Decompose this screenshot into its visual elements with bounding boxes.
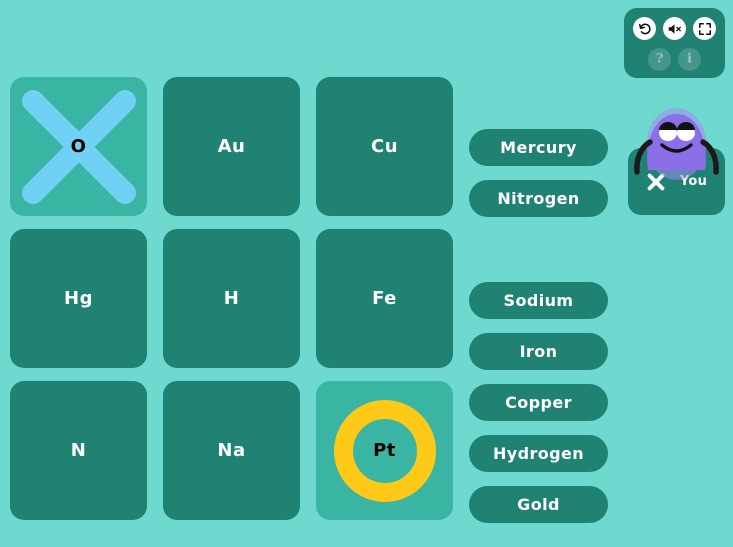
sound-toggle-button[interactable] — [663, 17, 686, 40]
grid-tile-cu[interactable]: Cu — [316, 77, 453, 216]
restart-icon — [638, 22, 652, 36]
grid-tile-au[interactable]: Au — [163, 77, 300, 216]
answer-pill-hydrogen[interactable]: Hydrogen — [469, 435, 608, 472]
grid-tile-label: H — [223, 288, 240, 309]
player-card-row: You — [628, 148, 725, 215]
grid-tile-label: Fe — [372, 288, 397, 309]
grid-tile-label: O — [70, 136, 87, 157]
control-row-secondary: ? i — [624, 48, 725, 71]
grid-tile-o[interactable]: O — [10, 77, 147, 216]
player-name: You — [679, 174, 708, 189]
grid-tile-na[interactable]: Na — [163, 381, 300, 520]
fullscreen-button[interactable] — [693, 17, 716, 40]
help-icon: ? — [655, 51, 664, 67]
help-button[interactable]: ? — [648, 48, 671, 71]
player-mark-x-icon — [646, 172, 666, 192]
fullscreen-icon — [698, 22, 712, 36]
grid-tile-label: N — [70, 440, 87, 461]
control-row-primary — [624, 17, 725, 40]
grid-tile-label: Na — [217, 440, 246, 461]
grid-tile-label: Pt — [373, 440, 396, 461]
grid-tile-label: Cu — [370, 136, 399, 157]
grid-tile-label: Hg — [64, 288, 93, 309]
answer-pill-mercury[interactable]: Mercury — [469, 129, 608, 166]
info-icon: i — [687, 51, 692, 67]
grid-tile-label: Au — [217, 136, 246, 157]
answer-pill-nitrogen[interactable]: Nitrogen — [469, 180, 608, 217]
grid-tile-n[interactable]: N — [10, 381, 147, 520]
grid-tile-fe[interactable]: Fe — [316, 229, 453, 368]
info-button[interactable]: i — [678, 48, 701, 71]
grid-tile-hg[interactable]: Hg — [10, 229, 147, 368]
grid-tile-pt[interactable]: Pt — [316, 381, 453, 520]
answer-pill-copper[interactable]: Copper — [469, 384, 608, 421]
answer-pill-gold[interactable]: Gold — [469, 486, 608, 523]
answer-pill-iron[interactable]: Iron — [469, 333, 608, 370]
sound-muted-icon — [667, 22, 682, 36]
restart-button[interactable] — [633, 17, 656, 40]
game-screen: ? i You O Au Cu Hg H Fe N Na Pt Mercury Nitrogen S… — [0, 0, 733, 547]
player-card: You — [628, 148, 725, 215]
answer-pill-sodium[interactable]: Sodium — [469, 282, 608, 319]
control-panel: ? i — [624, 8, 725, 78]
grid-tile-h[interactable]: H — [163, 229, 300, 368]
